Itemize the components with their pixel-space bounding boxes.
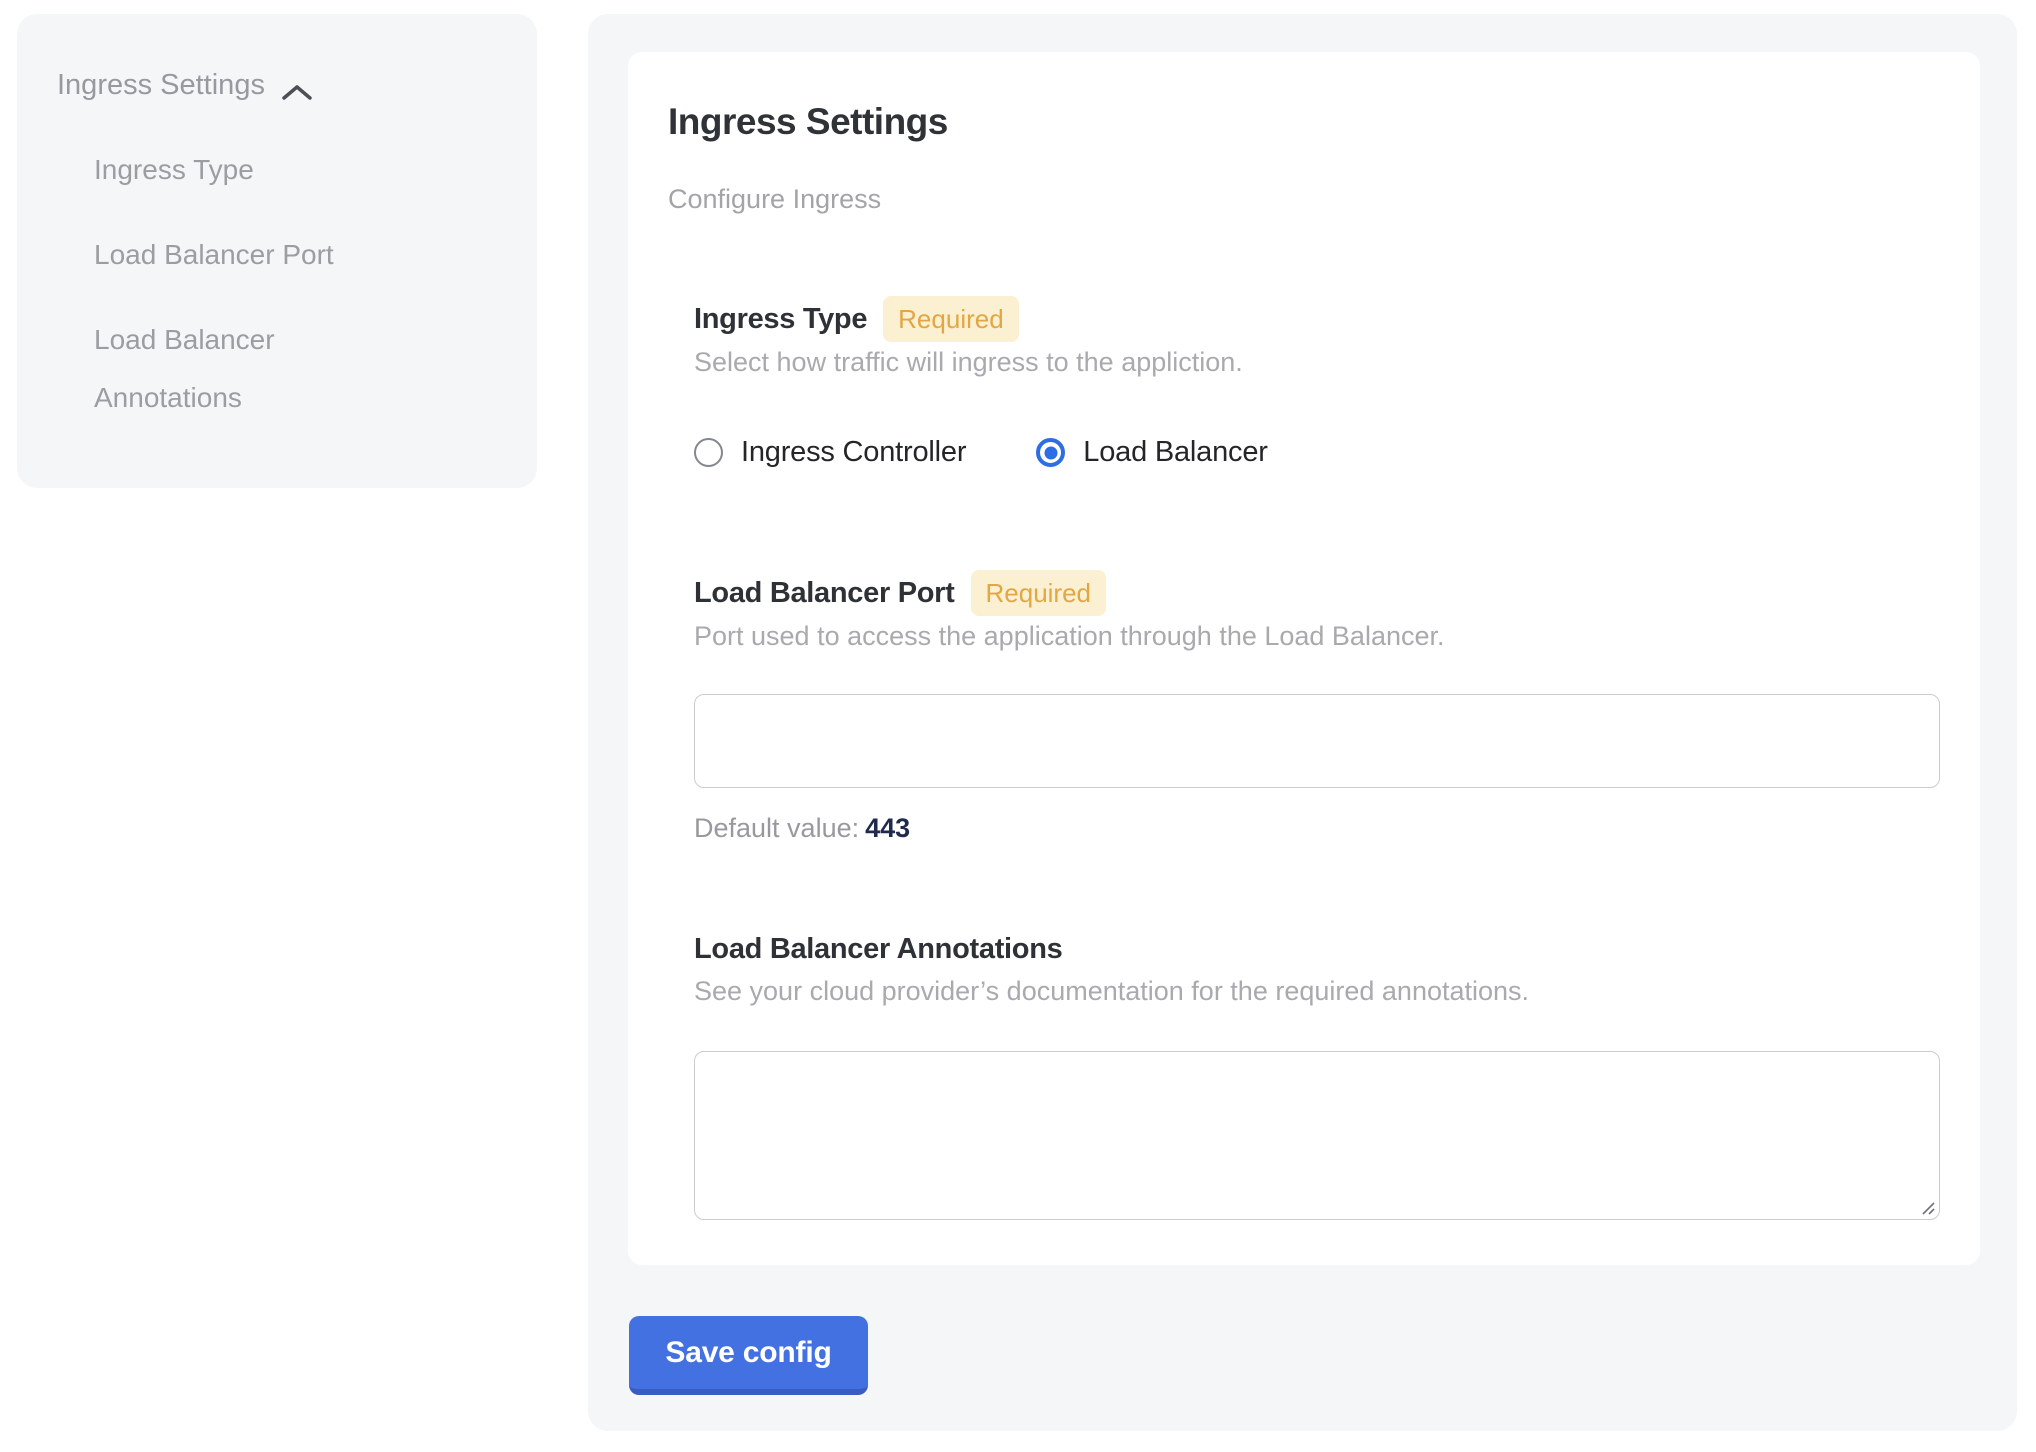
- load-balancer-port-input[interactable]: [694, 694, 1940, 788]
- radio-load-balancer[interactable]: [1036, 438, 1065, 467]
- lb-annotations-label-row: Load Balancer Annotations: [694, 932, 1940, 966]
- section-load-balancer-annotations: Load Balancer Annotations See your cloud…: [694, 932, 1940, 1220]
- resize-handle-icon[interactable]: [1916, 1196, 1936, 1216]
- config-panel: Ingress Settings Configure Ingress Ingre…: [588, 14, 2017, 1431]
- lb-annotations-description: See your cloud provider’s documentation …: [694, 975, 1940, 1007]
- section-ingress-type: Ingress Type Required Select how traffic…: [694, 295, 1940, 469]
- lb-port-label-row: Load Balancer Port Required: [694, 569, 1940, 617]
- lb-port-description: Port used to access the application thro…: [694, 620, 1940, 652]
- default-value-label: Default value:: [694, 813, 859, 843]
- radio-label-ingress-controller: Ingress Controller: [741, 436, 966, 469]
- screen: Ingress Settings Ingress Type Load Balan…: [0, 0, 2036, 1452]
- radio-option-ingress-controller[interactable]: Ingress Controller: [694, 436, 966, 469]
- save-config-button[interactable]: Save config: [629, 1316, 868, 1395]
- radio-label-load-balancer: Load Balancer: [1083, 436, 1267, 469]
- required-badge: Required: [883, 296, 1019, 342]
- lb-annotations-textarea-wrap: [694, 1051, 1940, 1220]
- ingress-type-label: Ingress Type: [694, 303, 867, 336]
- sidebar-item-load-balancer-port[interactable]: Load Balancer Port: [94, 226, 394, 284]
- form-sections: Ingress Type Required Select how traffic…: [694, 295, 1940, 1220]
- lb-annotations-label: Load Balancer Annotations: [694, 933, 1062, 966]
- ingress-type-description: Select how traffic will ingress to the a…: [694, 346, 1940, 378]
- page-title: Ingress Settings: [668, 102, 1940, 142]
- load-balancer-annotations-textarea[interactable]: [694, 1051, 1940, 1220]
- config-sidebar: Ingress Settings Ingress Type Load Balan…: [17, 14, 537, 488]
- sidebar-item-list: Ingress Type Load Balancer Port Load Bal…: [94, 141, 497, 427]
- radio-option-load-balancer[interactable]: Load Balancer: [1036, 436, 1267, 469]
- sidebar-item-ingress-type[interactable]: Ingress Type: [94, 141, 394, 199]
- ingress-type-label-row: Ingress Type Required: [694, 295, 1940, 343]
- default-value: 443: [865, 813, 910, 843]
- section-load-balancer-port: Load Balancer Port Required Port used to…: [694, 569, 1940, 844]
- page-subtitle: Configure Ingress: [668, 183, 1940, 215]
- chevron-up-icon: [281, 76, 313, 94]
- required-badge: Required: [971, 570, 1107, 616]
- lb-port-default-line: Default value:443: [694, 812, 1940, 844]
- ingress-type-radio-group: Ingress Controller Load Balancer: [694, 436, 1940, 469]
- sidebar-group-label: Ingress Settings: [57, 68, 265, 102]
- sidebar-item-load-balancer-annotations[interactable]: Load Balancer Annotations: [94, 311, 394, 427]
- radio-ingress-controller[interactable]: [694, 438, 723, 467]
- lb-port-label: Load Balancer Port: [694, 577, 955, 610]
- ingress-settings-card: Ingress Settings Configure Ingress Ingre…: [628, 52, 1980, 1265]
- sidebar-group-ingress-settings[interactable]: Ingress Settings: [57, 68, 497, 102]
